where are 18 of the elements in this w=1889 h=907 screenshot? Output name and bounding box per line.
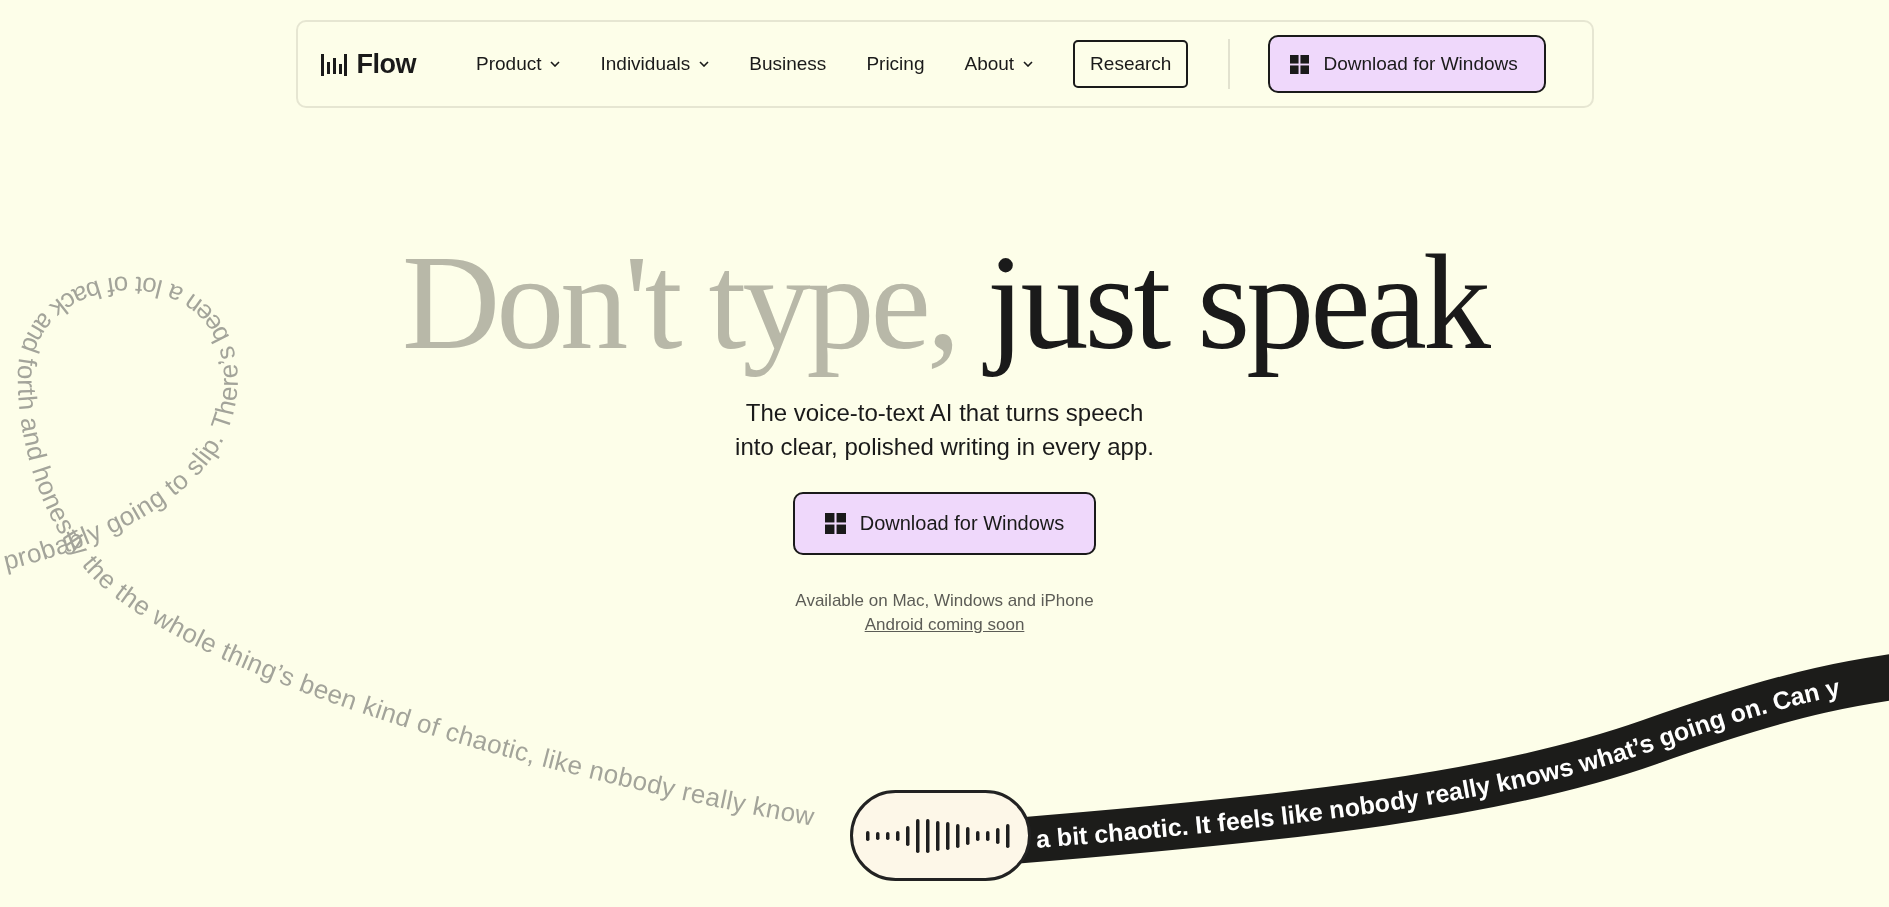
nav-link[interactable]: Product	[476, 53, 561, 75]
bars-icon	[320, 52, 347, 76]
flow-logo[interactable]: Flow	[320, 48, 416, 80]
windows-icon	[1290, 54, 1310, 74]
research-button[interactable]: Research	[1073, 40, 1189, 88]
android-link[interactable]: Android coming soon	[864, 614, 1025, 635]
nav-link[interactable]: Business	[749, 53, 827, 75]
typed-transcript: a bit chaotic. It feels like nobody really knows what’s going on. Can y	[1034, 672, 1843, 854]
nav-link[interactable]: About	[964, 53, 1034, 75]
availability-note: Available on Mac, Windows and iPhone	[795, 590, 1094, 611]
nav-link[interactable]: Pricing	[866, 53, 925, 75]
logo-text: Flow	[356, 48, 416, 80]
nav-link[interactable]: Individuals	[600, 53, 710, 75]
hero-subtitle: The voice-to-text AI that turns speech into clear, polished writing in every app.	[735, 397, 1154, 462]
windows-icon	[824, 512, 846, 534]
hero-title: Don't type, just speak	[402, 228, 1487, 378]
download-button[interactable]: Download for Windows	[1268, 35, 1546, 93]
download-button[interactable]: Download for Windows	[792, 491, 1097, 555]
